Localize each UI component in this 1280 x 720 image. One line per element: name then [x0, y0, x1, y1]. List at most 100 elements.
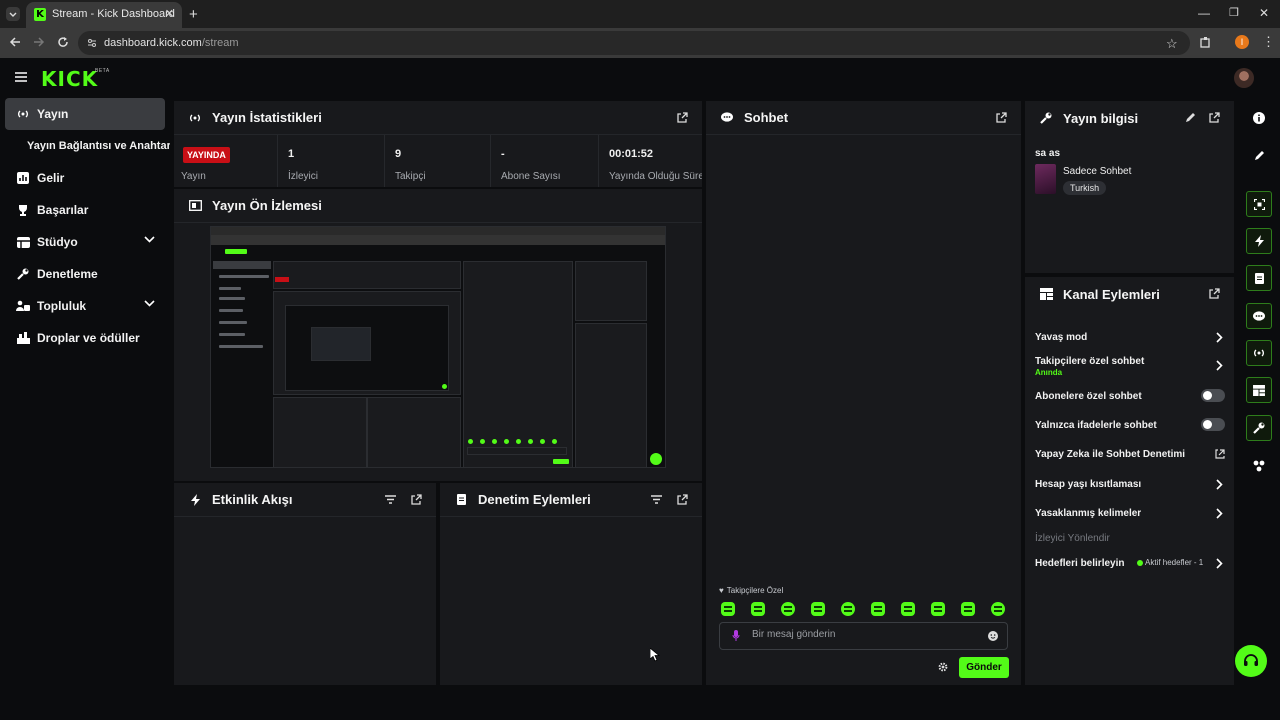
- chat-input-box[interactable]: [719, 622, 1008, 650]
- preview-nav-line: [219, 345, 263, 348]
- emote-only-toggle[interactable]: [1201, 418, 1225, 431]
- slow-mode-row[interactable]: Yavaş mod: [1035, 332, 1225, 343]
- followers-only-chat-row[interactable]: Takipçilere özel sohbet Anında: [1035, 356, 1225, 377]
- stream-preview-video[interactable]: [210, 226, 666, 468]
- edit-pencil-icon[interactable]: [1185, 112, 1196, 123]
- chevron-down-icon[interactable]: [144, 236, 155, 243]
- stream-info-header: Yayın bilgisi: [1025, 101, 1234, 135]
- account-age-label: Hesap yaşı kısıtlaması: [1035, 479, 1142, 490]
- preview-nav-line: [219, 333, 245, 336]
- sidebar-item-studio[interactable]: Stüdyo: [5, 226, 165, 258]
- subscribers-only-chat-row: Abonelere özel sohbet: [1035, 389, 1225, 402]
- sidebar-item-stream-key[interactable]: Yayın Bağlantısı ve Anahtarı: [27, 130, 170, 162]
- banned-words-row[interactable]: Yasaklanmış kelimeler: [1035, 508, 1225, 519]
- popout-icon[interactable]: [1209, 288, 1220, 299]
- minimize-icon[interactable]: —: [1198, 6, 1210, 20]
- filter-icon[interactable]: [651, 495, 662, 504]
- channel-actions-header: Kanal Eylemleri: [1025, 277, 1234, 311]
- site-info-icon[interactable]: [87, 38, 97, 48]
- preview-toggle-icon[interactable]: [1246, 191, 1272, 217]
- chevron-right-icon: [1216, 332, 1223, 343]
- emote-button[interactable]: [781, 602, 795, 616]
- forward-icon[interactable]: [33, 36, 45, 48]
- account-age-row[interactable]: Hesap yaşı kısıtlaması: [1035, 479, 1225, 490]
- extensions-icon[interactable]: [1199, 36, 1212, 49]
- moderation-actions-panel: Denetim Eylemleri: [440, 483, 702, 685]
- help-headset-button[interactable]: [1235, 645, 1267, 677]
- sidebar-item-stream[interactable]: Yayın: [5, 98, 165, 130]
- emote-button[interactable]: [961, 602, 975, 616]
- sidebar-item-label: Yayın: [37, 107, 69, 121]
- chat-settings-gear-icon[interactable]: [938, 662, 948, 672]
- add-widget-icon[interactable]: [1246, 453, 1272, 479]
- reload-icon[interactable]: [57, 36, 69, 48]
- subscribers-only-toggle[interactable]: [1201, 389, 1225, 402]
- language-tag: Turkish: [1063, 181, 1107, 195]
- broadcast-icon: [188, 113, 202, 123]
- sidebar-item-label: Topluluk: [37, 299, 87, 313]
- popout-icon[interactable]: [677, 494, 688, 505]
- stat-value: 9: [395, 148, 402, 160]
- emote-button[interactable]: [991, 602, 1005, 616]
- user-avatar[interactable]: [1234, 68, 1254, 88]
- emote-button[interactable]: [901, 602, 915, 616]
- emote-button[interactable]: [751, 602, 765, 616]
- category-thumbnail[interactable]: [1035, 164, 1056, 194]
- tab-list-icon[interactable]: [6, 7, 20, 21]
- sidebar: Yayın Yayın Bağlantısı ve Anahtarı Gelir…: [0, 98, 170, 698]
- lightning-icon[interactable]: [1246, 228, 1272, 254]
- filter-icon[interactable]: [385, 495, 396, 504]
- emoji-picker-icon[interactable]: [988, 631, 998, 641]
- emote-button[interactable]: [811, 602, 825, 616]
- chat-bubble-icon[interactable]: [1246, 303, 1272, 329]
- stream-stats-header: Yayın İstatistikleri: [174, 101, 702, 135]
- category-name[interactable]: Sadece Sohbet: [1063, 166, 1131, 177]
- trophy-icon: [15, 204, 31, 216]
- new-tab-icon[interactable]: +: [189, 6, 198, 23]
- emote-only-chat-label: Yalnızca ifadelerle sohbet: [1035, 420, 1157, 431]
- preview-emote: [504, 439, 509, 444]
- sidebar-item-moderation[interactable]: Denetleme: [5, 258, 165, 290]
- address-bar[interactable]: dashboard.kick.com/stream ☆: [78, 31, 1190, 55]
- edit-pencil-icon[interactable]: [1246, 142, 1272, 168]
- chat-message-input[interactable]: [752, 629, 972, 640]
- send-button[interactable]: Gönder: [959, 657, 1009, 678]
- microphone-icon[interactable]: [732, 630, 740, 642]
- popout-icon[interactable]: [411, 494, 422, 505]
- stream-stats-panel: Yayın İstatistikleri YAYINDA Yayın 1 İzl…: [174, 101, 702, 187]
- info-icon[interactable]: [1246, 105, 1272, 131]
- set-goals-row[interactable]: Hedefleri belirleyin Aktif hedefler - 1: [1035, 558, 1225, 569]
- preview-nested-frame: [311, 327, 371, 361]
- sidebar-item-revenue[interactable]: Gelir: [5, 162, 165, 194]
- kick-logo[interactable]: KICK: [41, 67, 98, 91]
- back-icon[interactable]: [9, 36, 21, 48]
- sidebar-item-achievements[interactable]: Başarılar: [5, 194, 165, 226]
- popout-icon[interactable]: [1209, 112, 1220, 123]
- stream-stats-title: Yayın İstatistikleri: [212, 110, 322, 125]
- wrench-icon[interactable]: [1246, 415, 1272, 441]
- emote-button[interactable]: [931, 602, 945, 616]
- browser-menu-icon[interactable]: ⋮: [1262, 34, 1275, 50]
- hamburger-menu-icon[interactable]: [15, 72, 27, 82]
- channel-actions-icon[interactable]: [1246, 377, 1272, 403]
- restore-icon[interactable]: ❐: [1229, 6, 1239, 19]
- stat-label: Yayında Olduğu Süre: [609, 171, 702, 182]
- profile-avatar-icon[interactable]: I: [1235, 35, 1249, 49]
- browser-tab[interactable]: K Stream - Kick Dashboard ✕: [26, 2, 182, 28]
- ai-moderation-row[interactable]: Yapay Zeka ile Sohbet Denetimi: [1035, 449, 1225, 460]
- emote-button[interactable]: [841, 602, 855, 616]
- broadcast-icon[interactable]: [1246, 340, 1272, 366]
- emote-button[interactable]: [871, 602, 885, 616]
- chevron-down-icon[interactable]: [144, 300, 155, 307]
- bookmark-star-icon[interactable]: ☆: [1166, 36, 1178, 52]
- document-icon[interactable]: [1246, 265, 1272, 291]
- close-tab-icon[interactable]: ✕: [165, 7, 174, 20]
- emote-button[interactable]: [721, 602, 735, 616]
- popout-icon[interactable]: [677, 112, 688, 123]
- preview-nav-line: [219, 287, 241, 290]
- stat-label: Yayın: [181, 171, 206, 182]
- close-window-icon[interactable]: ✕: [1259, 6, 1269, 20]
- popout-icon[interactable]: [996, 112, 1007, 123]
- sidebar-item-drops[interactable]: Droplar ve ödüller: [5, 322, 165, 354]
- sidebar-item-community[interactable]: Topluluk: [5, 290, 165, 322]
